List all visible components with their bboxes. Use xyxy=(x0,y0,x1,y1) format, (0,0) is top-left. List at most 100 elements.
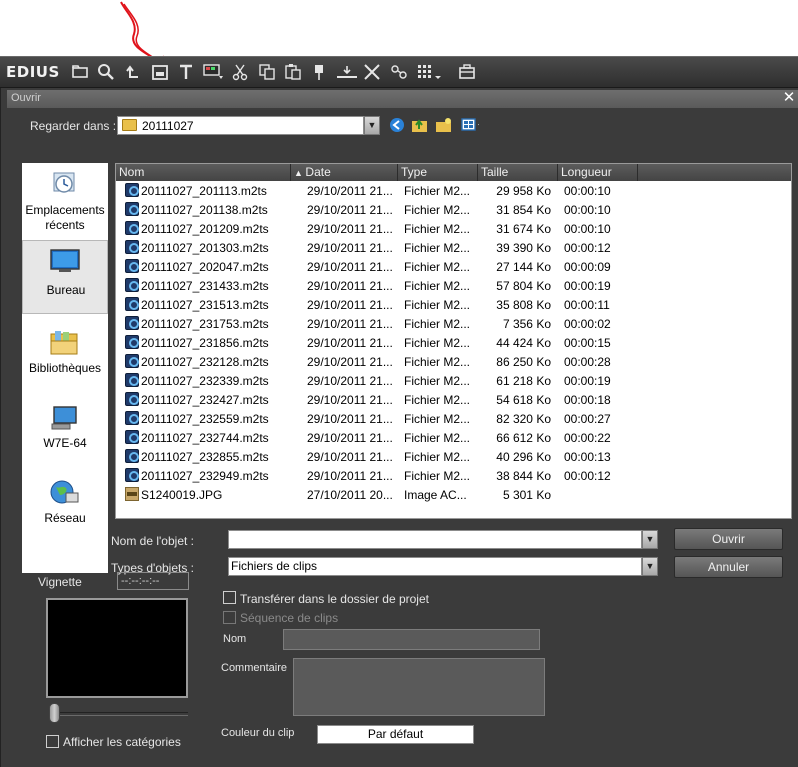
file-row[interactable]: 20111027_201209.m2ts 29/10/2011 21... Fich… xyxy=(116,219,791,238)
file-name: 20111027_201209.m2ts xyxy=(141,222,269,236)
back-icon[interactable] xyxy=(389,117,407,135)
place-computer[interactable]: W7E-64 xyxy=(22,398,108,470)
marker-icon[interactable] xyxy=(309,62,329,82)
file-row[interactable]: 20111027_231433.m2ts 29/10/2011 21... Fich… xyxy=(116,276,791,295)
file-row[interactable]: 20111027_202047.m2ts 29/10/2011 21... Fich… xyxy=(116,257,791,276)
file-type: Image AC... xyxy=(404,488,467,502)
file-row[interactable]: 20111027_232949.m2ts 29/10/2011 21... Fich… xyxy=(116,466,791,485)
cancel-button[interactable]: Annuler xyxy=(674,556,783,578)
file-length: 00:00:13 xyxy=(564,450,611,464)
undo-icon[interactable] xyxy=(123,62,143,82)
file-length: 00:00:27 xyxy=(564,412,611,426)
file-row[interactable]: 20111027_201138.m2ts 29/10/2011 21... Fich… xyxy=(116,200,791,219)
object-name-input[interactable] xyxy=(228,530,642,549)
file-row[interactable]: 20111027_231513.m2ts 29/10/2011 21... Fich… xyxy=(116,295,791,314)
file-length: 00:00:15 xyxy=(564,336,611,350)
file-row[interactable]: 20111027_201303.m2ts 29/10/2011 21... Fich… xyxy=(116,238,791,257)
title-icon[interactable] xyxy=(176,62,196,82)
open-button[interactable]: Ouvrir xyxy=(674,528,783,550)
file-date: 29/10/2011 21... xyxy=(307,184,393,198)
close-icon[interactable]: ✕ xyxy=(781,89,797,107)
file-size: 40 296 Ko xyxy=(496,450,551,464)
file-row[interactable]: 20111027_201113.m2ts 29/10/2011 21... Fich… xyxy=(116,181,791,200)
file-name: 20111027_201138.m2ts xyxy=(141,203,268,217)
dialog-titlebar[interactable]: Ouvrir ✕ xyxy=(7,89,798,108)
copy-icon[interactable] xyxy=(257,62,277,82)
thumbnail-slider-handle[interactable] xyxy=(49,703,60,723)
save-icon[interactable] xyxy=(150,62,170,82)
transfer-checkbox[interactable] xyxy=(223,591,236,604)
place-recent[interactable]: Emplacements récents xyxy=(22,165,108,237)
object-name-dropdown[interactable]: ▼ xyxy=(642,530,658,549)
cut-icon[interactable] xyxy=(230,62,250,82)
file-length: 00:00:11 xyxy=(564,298,610,312)
clip-color-button[interactable]: Par défaut xyxy=(317,725,474,744)
video-file-icon xyxy=(125,221,139,235)
toolbox-icon[interactable] xyxy=(457,62,477,82)
file-type: Fichier M2... xyxy=(404,203,471,217)
insert-icon[interactable] xyxy=(335,62,357,82)
file-list-header: Nom ▲ Date Type Taille Longueur xyxy=(116,164,791,181)
places-bar: Emplacements récents Bureau Bibliothèque… xyxy=(22,163,108,573)
file-date: 27/10/2011 20... xyxy=(307,488,393,502)
show-categories-checkbox[interactable] xyxy=(46,735,59,748)
file-length: 00:00:22 xyxy=(564,431,611,445)
file-row[interactable]: 20111027_232559.m2ts 29/10/2011 21... Fich… xyxy=(116,409,791,428)
display-icon[interactable] xyxy=(202,62,223,82)
view-menu-icon[interactable] xyxy=(461,117,479,135)
file-length: 00:00:28 xyxy=(564,355,611,369)
look-in-combo[interactable]: 20111027 xyxy=(117,116,364,135)
delete-icon[interactable] xyxy=(362,62,382,82)
up-folder-icon[interactable] xyxy=(411,117,429,135)
file-size: 27 144 Ko xyxy=(496,260,551,274)
object-types-select[interactable]: Fichiers de clips xyxy=(228,557,642,576)
edius-logo: EDIUS xyxy=(6,63,60,81)
file-row[interactable]: S1240019.JPG 27/10/2011 20... Image AC... 5… xyxy=(116,485,791,504)
grid-icon[interactable] xyxy=(416,62,444,82)
place-libraries[interactable]: Bibliothèques xyxy=(22,323,108,395)
column-size[interactable]: Taille xyxy=(478,164,558,181)
column-type[interactable]: Type xyxy=(398,164,478,181)
thumbnail-slider-track[interactable] xyxy=(52,712,188,716)
file-name: 20111027_202047.m2ts xyxy=(141,260,269,274)
file-date: 29/10/2011 21... xyxy=(307,279,393,293)
video-file-icon xyxy=(125,430,139,444)
file-type: Fichier M2... xyxy=(404,279,471,293)
video-file-icon xyxy=(125,468,139,482)
file-length: 00:00:10 xyxy=(564,203,611,217)
folder-icon[interactable] xyxy=(70,62,90,82)
place-desktop[interactable]: Bureau xyxy=(22,240,108,314)
file-name: 20111027_232949.m2ts xyxy=(141,469,269,483)
file-name: 20111027_231513.m2ts xyxy=(141,298,269,312)
computer-icon xyxy=(51,406,77,430)
file-row[interactable]: 20111027_232339.m2ts 29/10/2011 21... Fich… xyxy=(116,371,791,390)
file-row[interactable]: 20111027_232855.m2ts 29/10/2011 21... Fich… xyxy=(116,447,791,466)
look-in-dropdown[interactable]: ▼ xyxy=(364,116,380,135)
new-folder-icon[interactable] xyxy=(435,117,453,135)
file-row[interactable]: 20111027_232128.m2ts 29/10/2011 21... Fich… xyxy=(116,352,791,371)
paste-icon[interactable] xyxy=(283,62,303,82)
place-label: Réseau xyxy=(44,511,86,525)
edius-toolbar: EDIUS xyxy=(0,56,798,88)
video-file-icon xyxy=(125,316,139,330)
file-name: 20111027_231856.m2ts xyxy=(141,336,269,350)
column-name[interactable]: Nom xyxy=(116,164,291,181)
place-network[interactable]: Réseau xyxy=(22,473,108,545)
file-row[interactable]: 20111027_232744.m2ts 29/10/2011 21... Fich… xyxy=(116,428,791,447)
search-icon[interactable] xyxy=(96,62,116,82)
file-size: 5 301 Ko xyxy=(502,488,551,502)
video-file-icon xyxy=(125,392,139,406)
file-length: 00:00:02 xyxy=(564,317,611,331)
file-row[interactable]: 20111027_231753.m2ts 29/10/2011 21... Fich… xyxy=(116,314,791,333)
file-date: 29/10/2011 21... xyxy=(307,374,393,388)
file-row[interactable]: 20111027_232427.m2ts 29/10/2011 21... Fich… xyxy=(116,390,791,409)
file-row[interactable]: 20111027_231856.m2ts 29/10/2011 21... Fich… xyxy=(116,333,791,352)
file-date: 29/10/2011 21... xyxy=(307,298,393,312)
dialog-title: Ouvrir xyxy=(11,92,41,104)
column-date[interactable]: ▲ Date xyxy=(291,164,398,181)
file-size: 38 844 Ko xyxy=(496,469,551,483)
column-length[interactable]: Longueur xyxy=(558,164,638,181)
object-types-dropdown[interactable]: ▼ xyxy=(642,557,658,576)
file-name: 20111027_201303.m2ts xyxy=(141,241,269,255)
split-icon[interactable] xyxy=(389,62,409,82)
